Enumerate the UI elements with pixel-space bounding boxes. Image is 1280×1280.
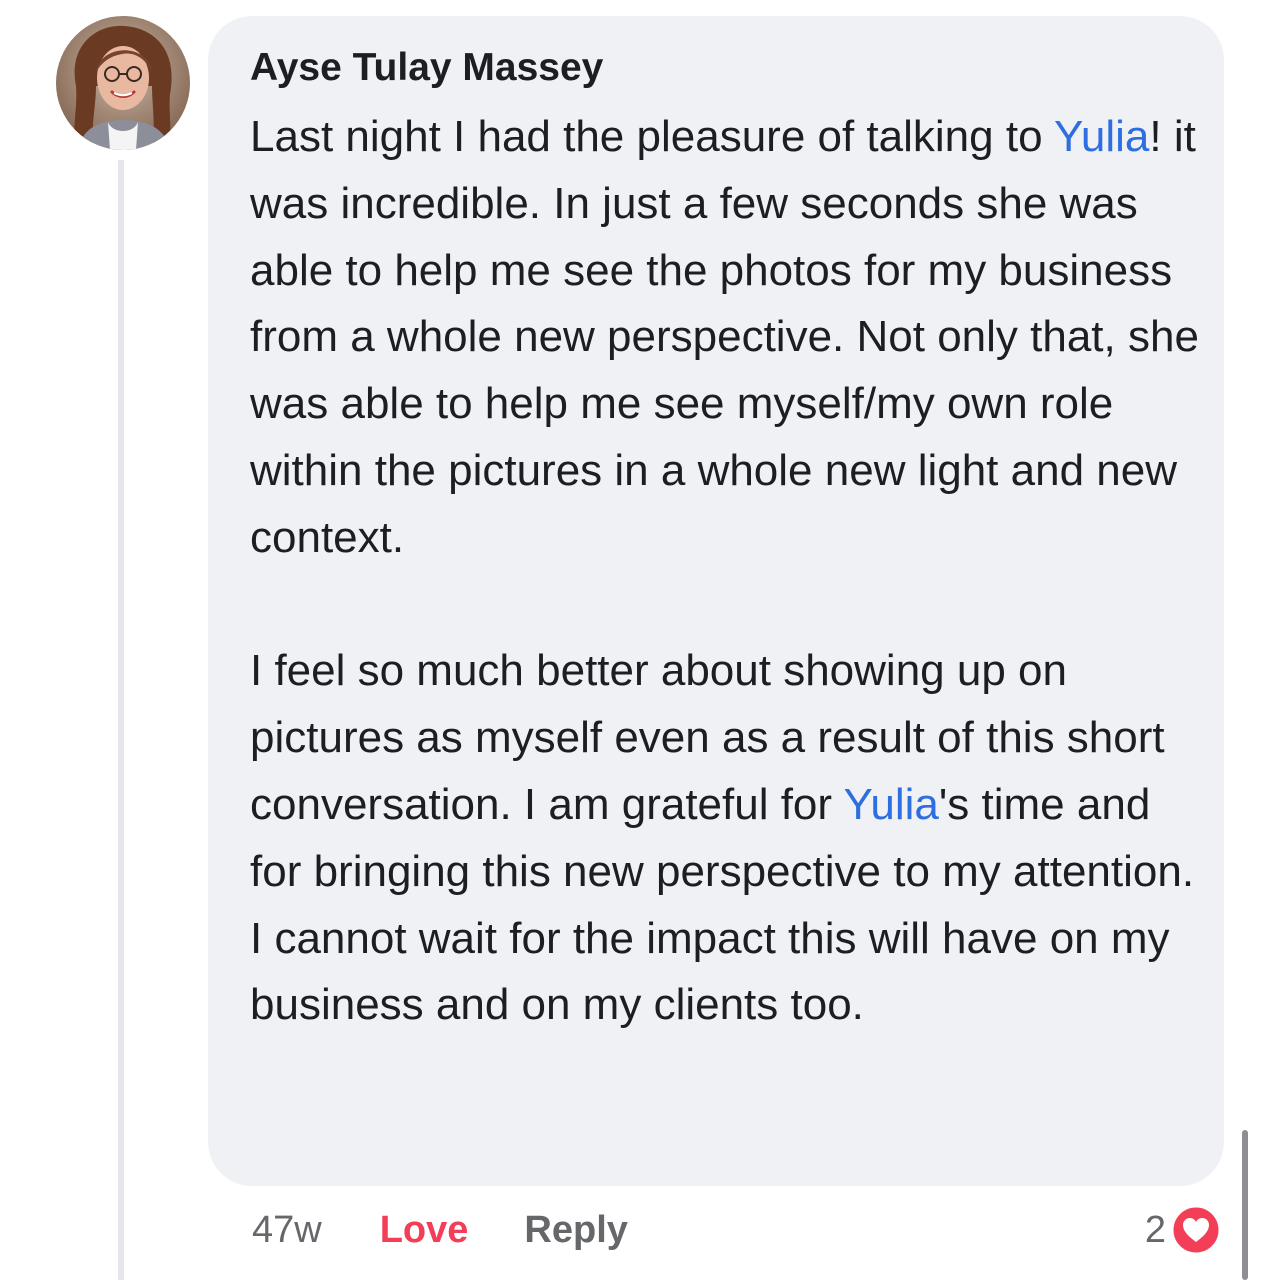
avatar[interactable] xyxy=(56,16,190,150)
author-name[interactable]: Ayse Tulay Massey xyxy=(250,42,1224,94)
comment-bubble: Ayse Tulay Massey Last night I had the p… xyxy=(208,16,1224,1186)
paragraph-1-text-end: ! it was incredible. In just a few secon… xyxy=(250,112,1199,562)
mention-link[interactable]: Yulia xyxy=(843,780,938,829)
comment-text: Last night I had the pleasure of talking… xyxy=(250,104,1210,1039)
heart-icon xyxy=(1170,1204,1222,1256)
scrollbar[interactable] xyxy=(1242,1130,1248,1280)
thread-line xyxy=(118,160,124,1280)
comment-actions: 47w Love Reply xyxy=(252,1200,628,1260)
reaction-summary[interactable]: 2 xyxy=(1145,1200,1222,1260)
reaction-count: 2 xyxy=(1144,1208,1166,1251)
avatar-image xyxy=(56,16,190,150)
mention-link[interactable]: Yulia xyxy=(1054,112,1149,161)
reply-button[interactable]: Reply xyxy=(524,1209,627,1252)
timestamp[interactable]: 47w xyxy=(252,1209,322,1252)
comment-paragraph-1: Last night I had the pleasure of talking… xyxy=(250,104,1210,572)
love-button[interactable]: Love xyxy=(380,1209,469,1252)
comment-paragraph-2: I feel so much better about showing up o… xyxy=(250,638,1210,1039)
comment-thread: Ayse Tulay Massey Last night I had the p… xyxy=(0,0,1280,1280)
paragraph-1-text-start: Last night I had the pleasure of talking… xyxy=(250,112,1054,161)
